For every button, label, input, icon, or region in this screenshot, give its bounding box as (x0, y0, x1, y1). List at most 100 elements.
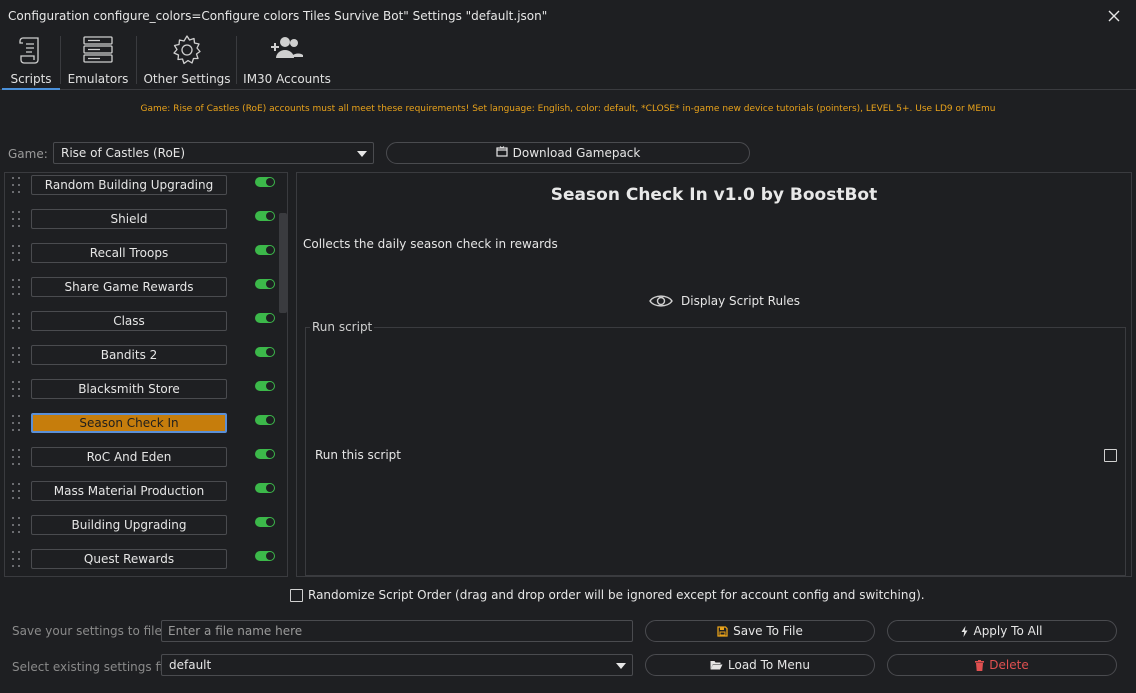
script-detail-panel: Season Check In v1.0 by BoostBot Collect… (296, 172, 1132, 577)
toolbar: Scripts Emulators Other Settings IM30 Ac… (0, 32, 1136, 90)
tab-other-settings[interactable]: Other Settings (140, 32, 234, 90)
run-this-script-checkbox[interactable] (1104, 449, 1117, 462)
drag-handle-icon[interactable] (12, 449, 22, 467)
script-toggle[interactable] (255, 483, 275, 493)
script-toggle[interactable] (255, 381, 275, 391)
script-description: Collects the daily season check in rewar… (303, 237, 558, 251)
game-label: Game: (8, 147, 48, 161)
toolbar-divider (136, 36, 137, 84)
script-button[interactable]: Mass Material Production (31, 481, 227, 501)
game-select[interactable]: Rise of Castles (RoE) (53, 142, 374, 164)
window-title: Configuration configure_colors=Configure… (8, 9, 548, 23)
script-toggle[interactable] (255, 415, 275, 425)
display-script-rules-label: Display Script Rules (681, 294, 801, 308)
eye-icon (649, 295, 673, 307)
close-button[interactable] (1102, 4, 1126, 28)
script-button[interactable]: RoC And Eden (31, 447, 227, 467)
list-item: Blacksmith Store (5, 373, 277, 407)
list-item: Random Building Upgrading (5, 173, 277, 203)
game-requirements-notice: Game: Rise of Castles (RoE) accounts mus… (140, 104, 996, 114)
list-item: Mass Material Production (5, 475, 277, 509)
list-item: Class (5, 305, 277, 339)
lightning-icon (961, 625, 968, 637)
game-select-value: Rise of Castles (RoE) (61, 146, 186, 160)
script-toggle[interactable] (255, 551, 275, 561)
users-add-icon (270, 34, 304, 65)
list-item: Recall Troops (5, 237, 277, 271)
list-item: Share Game Rewards (5, 271, 277, 305)
script-toggle[interactable] (255, 211, 275, 221)
list-item: Quest Rewards (5, 543, 277, 576)
script-button[interactable]: Building Upgrading (31, 515, 227, 535)
script-button[interactable]: Shield (31, 209, 227, 229)
script-list-scrollbar[interactable] (279, 173, 287, 576)
trash-icon (975, 659, 985, 671)
drag-handle-icon[interactable] (12, 313, 22, 331)
download-gamepack-button[interactable]: Download Gamepack (386, 142, 750, 164)
delete-button[interactable]: Delete (887, 654, 1117, 676)
drag-handle-icon[interactable] (12, 177, 22, 195)
script-button-active[interactable]: Season Check In (31, 413, 227, 433)
script-button[interactable]: Recall Troops (31, 243, 227, 263)
run-this-script-label: Run this script (315, 448, 401, 462)
script-toggle[interactable] (255, 449, 275, 459)
drag-handle-icon[interactable] (12, 279, 22, 297)
script-toggle[interactable] (255, 177, 275, 187)
list-item: RoC And Eden (5, 441, 277, 475)
script-toggle[interactable] (255, 313, 275, 323)
folder-open-icon (710, 661, 723, 670)
save-icon (717, 625, 728, 637)
scroll-icon (16, 34, 46, 69)
load-to-menu-button[interactable]: Load To Menu (645, 654, 875, 676)
filename-input[interactable] (161, 620, 633, 642)
scrollbar-thumb[interactable] (279, 213, 287, 313)
script-toggle[interactable] (255, 279, 275, 289)
script-toggle[interactable] (255, 517, 275, 527)
title-bar: Configuration configure_colors=Configure… (0, 0, 1136, 32)
load-to-menu-label: Load To Menu (728, 658, 810, 672)
chevron-down-icon (357, 151, 367, 157)
package-icon (496, 146, 508, 160)
save-settings-label: Save your settings to file (12, 624, 162, 638)
randomize-checkbox[interactable] (290, 588, 303, 602)
list-item: Season Check In (5, 407, 277, 441)
server-icon (82, 34, 114, 69)
tab-im30-accounts-label: IM30 Accounts (243, 72, 331, 86)
delete-label: Delete (989, 658, 1029, 672)
apply-to-all-button[interactable]: Apply To All (887, 620, 1117, 642)
drag-handle-icon[interactable] (12, 245, 22, 263)
apply-to-all-label: Apply To All (973, 624, 1043, 638)
script-button[interactable]: Random Building Upgrading (31, 175, 227, 195)
script-button[interactable]: Bandits 2 (31, 345, 227, 365)
drag-handle-icon[interactable] (12, 347, 22, 365)
script-button[interactable]: Share Game Rewards (31, 277, 227, 297)
download-gamepack-label: Download Gamepack (512, 146, 641, 160)
gear-icon (171, 34, 203, 69)
drag-handle-icon[interactable] (12, 211, 22, 229)
drag-handle-icon[interactable] (12, 415, 22, 433)
script-button[interactable]: Class (31, 311, 227, 331)
tab-scripts-label: Scripts (10, 72, 52, 86)
tab-emulators-label: Emulators (67, 72, 129, 86)
script-title: Season Check In v1.0 by BoostBot (550, 185, 878, 205)
script-toggle[interactable] (255, 347, 275, 357)
drag-handle-icon[interactable] (12, 517, 22, 535)
tab-other-settings-label: Other Settings (143, 72, 231, 86)
tab-scripts[interactable]: Scripts (2, 32, 60, 90)
tab-im30-accounts[interactable]: IM30 Accounts (240, 32, 334, 90)
drag-handle-icon[interactable] (12, 483, 22, 501)
script-toggle[interactable] (255, 245, 275, 255)
drag-handle-icon[interactable] (12, 551, 22, 569)
save-to-file-button[interactable]: Save To File (645, 620, 875, 642)
randomize-label: Randomize Script Order (drag and drop or… (308, 588, 925, 602)
drag-handle-icon[interactable] (12, 381, 22, 399)
display-script-rules-button[interactable]: Display Script Rules (649, 293, 800, 309)
script-button[interactable]: Blacksmith Store (31, 379, 227, 399)
save-to-file-label: Save To File (733, 624, 803, 638)
list-item: Bandits 2 (5, 339, 277, 373)
settings-file-select[interactable]: default (161, 654, 633, 676)
list-item: Building Upgrading (5, 509, 277, 543)
script-button[interactable]: Quest Rewards (31, 549, 227, 569)
run-script-group: Run script Run this script (305, 320, 1126, 576)
tab-emulators[interactable]: Emulators (62, 32, 134, 90)
